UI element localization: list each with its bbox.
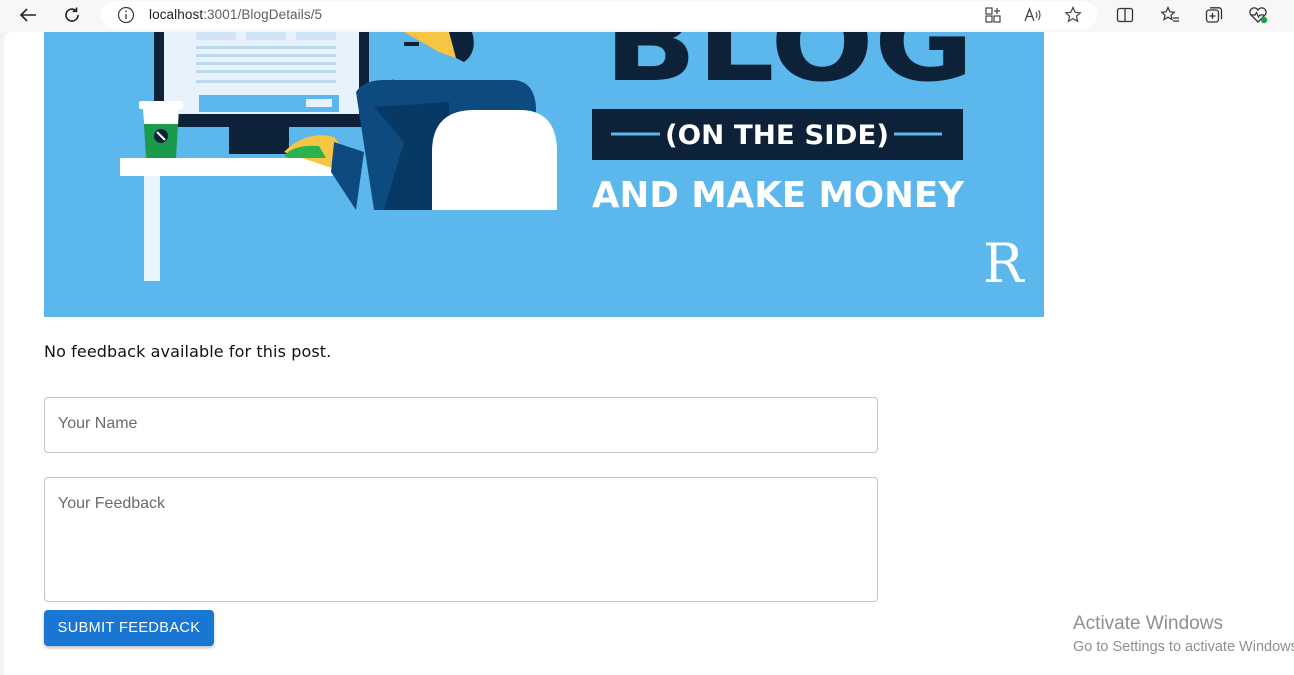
page-viewport: BLOG (ON THE SIDE) AND MAKE MONEY R No f… (4, 32, 1294, 675)
read-aloud-icon[interactable] (1019, 2, 1047, 28)
blog-hero-image: BLOG (ON THE SIDE) AND MAKE MONEY R (44, 32, 1044, 317)
no-feedback-message: No feedback available for this post. (44, 342, 332, 361)
submit-feedback-button[interactable]: SUBMIT FEEDBACK (44, 610, 214, 646)
favorites-icon[interactable] (1156, 2, 1184, 28)
coffee-cup (139, 101, 183, 109)
hero-subtitle-side: (ON THE SIDE) (665, 120, 889, 151)
chair-back (432, 110, 557, 210)
hero-subtitle-money: AND MAKE MONEY (592, 175, 965, 216)
feedback-textarea[interactable]: Your Feedback (44, 477, 878, 602)
watermark-title: Activate Windows (1073, 613, 1223, 634)
feedback-placeholder: Your Feedback (58, 495, 166, 512)
address-bar[interactable]: localhost:3001/BlogDetails/5 (101, 1, 1097, 29)
browser-toolbar: localhost:3001/BlogDetails/5 (0, 0, 1294, 32)
apps-icon[interactable] (979, 2, 1007, 28)
desk-leg (144, 176, 160, 281)
back-icon[interactable] (14, 2, 42, 28)
collections-icon[interactable] (1200, 2, 1228, 28)
name-placeholder: Your Name (58, 415, 138, 432)
monitor-stand (229, 127, 289, 154)
site-info-icon[interactable] (117, 6, 135, 24)
hero-title-blog: BLOG (604, 32, 974, 106)
watermark-subtitle: Go to Settings to activate Windows. (1073, 639, 1294, 655)
name-input[interactable]: Your Name (44, 397, 878, 453)
site-logo: R (983, 232, 1025, 295)
url-text[interactable]: localhost:3001/BlogDetails/5 (149, 7, 322, 22)
desk-top (120, 158, 335, 176)
browser-essentials-icon[interactable] (1244, 2, 1272, 28)
favorite-star-icon[interactable] (1059, 2, 1087, 28)
activate-windows-watermark: Activate Windows Go to Settings to activ… (1073, 612, 1294, 657)
split-screen-icon[interactable] (1111, 2, 1139, 28)
refresh-icon[interactable] (58, 2, 86, 28)
